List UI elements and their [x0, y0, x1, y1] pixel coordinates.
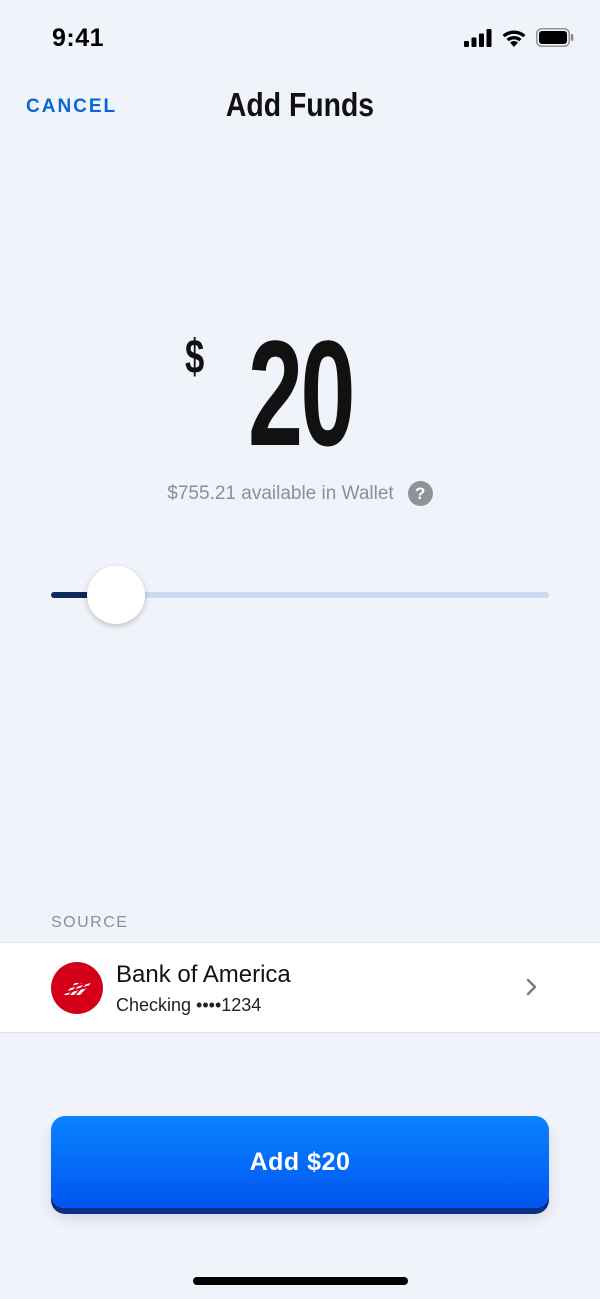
home-indicator — [193, 1277, 408, 1285]
wallet-balance-row: $755.21 available in Wallet ? — [0, 481, 600, 506]
help-icon[interactable]: ? — [407, 481, 433, 506]
add-funds-button[interactable]: Add $20 — [51, 1116, 549, 1208]
status-icons — [464, 28, 574, 52]
bank-name: Bank of America — [116, 961, 291, 988]
slider-thumb[interactable] — [87, 566, 145, 624]
add-funds-button-label: Add $20 — [249, 1147, 351, 1176]
amount-display: $ 20 — [0, 318, 600, 468]
amount-value: 20 — [247, 309, 355, 477]
currency-symbol: $ — [184, 331, 204, 384]
wallet-balance-text: $755.21 available in Wallet — [167, 482, 394, 504]
battery-icon — [536, 28, 574, 52]
source-account-row[interactable]: Bank of America Checking ••••1234 — [0, 942, 600, 1033]
amount-slider[interactable] — [51, 564, 549, 626]
amount-group: $ 20 — [185, 309, 380, 477]
bank-logo-icon — [51, 962, 103, 1014]
signal-icon — [464, 28, 492, 52]
status-bar: 9:41 — [0, 0, 600, 78]
chevron-right-icon — [526, 977, 538, 1002]
status-time: 9:41 — [52, 24, 105, 52]
source-section-label: SOURCE — [51, 914, 129, 931]
bank-account: Checking ••••1234 — [116, 995, 262, 1015]
page-title: Add Funds — [225, 86, 375, 123]
wifi-icon — [501, 28, 527, 52]
